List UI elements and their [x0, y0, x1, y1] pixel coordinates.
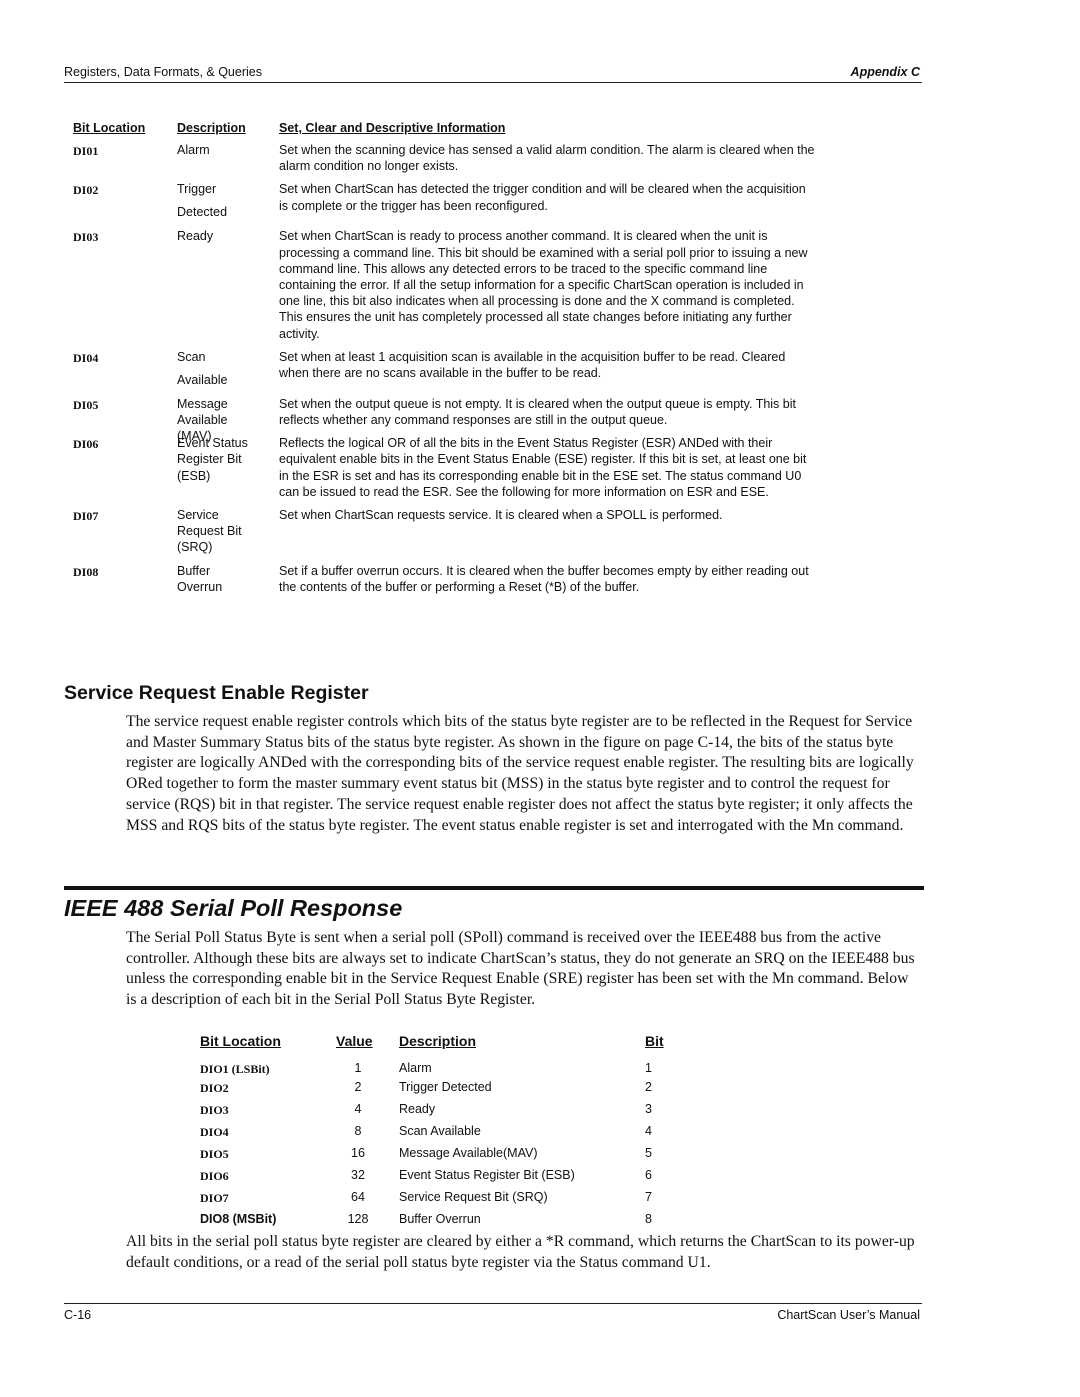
bit-number: 2	[645, 1080, 652, 1094]
manual-title: ChartScan User’s Manual	[777, 1308, 920, 1322]
column-header-bit: Bit	[645, 1033, 664, 1049]
column-header-description: Description	[177, 121, 246, 135]
table-row: DI04 Scan Available Set when at least 1 …	[73, 349, 833, 388]
bit-info: Set when ChartScan is ready to process a…	[279, 229, 808, 341]
table-row: DIO5 16 Message Available(MAV) 5	[200, 1146, 680, 1168]
section-heading-serial-poll: IEEE 488 Serial Poll Response	[64, 895, 403, 921]
bit-info: Set when ChartScan has detected the trig…	[279, 182, 806, 213]
bit-info: Set when ChartScan requests service. It …	[279, 508, 723, 523]
bit-info: Set when the output queue is not empty. …	[279, 396, 796, 428]
column-header-info: Set, Clear and Descriptive Information	[279, 121, 506, 135]
table-row: DIO3 4 Ready 3	[200, 1102, 680, 1124]
section-heading-sre: Service Request Enable Register	[64, 682, 369, 704]
column-header-bit-location: Bit Location	[73, 121, 146, 135]
bit-location: DIO5	[200, 1147, 229, 1161]
bit-location: DI08	[73, 565, 99, 580]
bit-description: Buffer Overrun	[177, 564, 223, 595]
column-header-value: Value	[336, 1033, 373, 1049]
bit-location: DIO3	[200, 1103, 229, 1117]
bit-number: 6	[645, 1168, 652, 1182]
bit-location: DI06	[73, 437, 99, 452]
table-row: DIO2 2 Trigger Detected 2	[200, 1080, 680, 1102]
bit-value: 64	[351, 1190, 365, 1204]
bit-location: DIO1 (LSBit)	[200, 1062, 270, 1076]
table-row: DI05 Message Available (MAV) Set when th…	[73, 396, 833, 443]
bit-value: 1	[354, 1061, 362, 1075]
header-section-title: Registers, Data Formats, & Queries	[64, 65, 262, 79]
bit-location: DI01	[73, 144, 99, 158]
bit-location: DI04	[73, 350, 99, 365]
bit-description: Trigger Detected	[177, 182, 228, 220]
bit-description: Scan Available	[177, 349, 228, 387]
serial-poll-table-header: Bit Location Value Description Bit	[200, 1031, 680, 1061]
sre-paragraph: The service request enable register cont…	[126, 713, 914, 834]
bit-description: Service Request Bit (SRQ)	[177, 508, 242, 555]
bit-description: Event Status Register Bit (ESB)	[399, 1168, 575, 1182]
bit-info: Reflects the logical OR of all the bits …	[279, 436, 807, 499]
bit-location: DI03	[73, 230, 99, 245]
serial-poll-table: Bit Location Value Description Bit DIO1 …	[200, 1031, 680, 1234]
bit-description: Ready	[177, 229, 214, 244]
bit-description: Event Status Register Bit (ESB)	[177, 436, 248, 483]
bit-value: 16	[351, 1146, 365, 1160]
bit-location: DI02	[73, 183, 99, 198]
table-row: DIO1 (LSBit) 1 Alarm 1	[200, 1061, 680, 1080]
bit-description: Scan Available	[399, 1124, 481, 1138]
table-row: DI02 Trigger Detected Set when ChartScan…	[73, 181, 833, 220]
bit-number: 5	[645, 1146, 652, 1160]
bit-value: 4	[354, 1102, 362, 1116]
table-row: DI06 Event Status Register Bit (ESB) Ref…	[73, 435, 833, 500]
header-appendix-label: Appendix C	[850, 65, 920, 79]
bit-location: DIO7	[200, 1191, 229, 1205]
bit-description: Alarm	[177, 143, 210, 157]
running-header: Registers, Data Formats, & Queries Appen…	[64, 64, 922, 83]
table-row: DIO4 8 Scan Available 4	[200, 1124, 680, 1146]
table-row: DI01 Alarm Set when the scanning device …	[73, 142, 833, 174]
bit-number: 8	[645, 1212, 652, 1226]
bit-description: Service Request Bit (SRQ)	[399, 1190, 548, 1204]
bit-number: 4	[645, 1124, 652, 1138]
bit-value: 2	[354, 1080, 362, 1094]
bit-value: 8	[354, 1124, 362, 1138]
table-row: DIO7 64 Service Request Bit (SRQ) 7	[200, 1190, 680, 1212]
bit-location: DIO8 (MSBit)	[200, 1212, 277, 1226]
table-row: DIO6 32 Event Status Register Bit (ESB) …	[200, 1168, 680, 1190]
table-row: DI08 Buffer Overrun Set if a buffer over…	[73, 563, 833, 595]
bit-description: Message Available(MAV)	[399, 1146, 538, 1160]
bit-info: Set if a buffer overrun occurs. It is cl…	[279, 564, 809, 595]
bit-description: Buffer Overrun	[399, 1212, 481, 1226]
bit-number: 3	[645, 1102, 652, 1116]
bit-info: Set when the scanning device has sensed …	[279, 143, 815, 174]
bit-location: DI05	[73, 397, 99, 412]
bit-number: 1	[645, 1061, 652, 1075]
bit-description: Ready	[399, 1102, 436, 1116]
bit-description: Alarm	[399, 1061, 432, 1075]
running-footer: C-16 ChartScan User’s Manual	[64, 1303, 922, 1322]
bit-description: Trigger Detected	[399, 1080, 492, 1094]
bit-location: DI07	[73, 509, 99, 524]
bit-location: DIO6	[200, 1169, 229, 1183]
bit-location: DIO2	[200, 1081, 229, 1095]
column-header-description: Description	[399, 1033, 477, 1049]
bit-value: 32	[351, 1168, 365, 1182]
bit-location: DIO4	[200, 1125, 229, 1139]
bit-info: Set when at least 1 acquisition scan is …	[279, 349, 786, 381]
page-number: C-16	[64, 1308, 92, 1322]
document-page: Registers, Data Formats, & Queries Appen…	[0, 0, 1080, 1397]
serial-poll-closing: All bits in the serial poll status byte …	[126, 1233, 915, 1271]
bit-table-header: Bit Location Description Set, Clear and …	[73, 120, 833, 142]
bit-number: 7	[645, 1190, 652, 1204]
serial-poll-intro: The Serial Poll Status Byte is sent when…	[126, 929, 915, 1009]
bit-value: 128	[347, 1212, 369, 1226]
section-divider	[64, 886, 924, 890]
table-row: DI07 Service Request Bit (SRQ) Set when …	[73, 507, 833, 556]
bit-description-table: Bit Location Description Set, Clear and …	[73, 120, 833, 595]
table-row: DI03 Ready Set when ChartScan is ready t…	[73, 228, 833, 341]
table-row: DIO8 (MSBit) 128 Buffer Overrun 8	[200, 1212, 680, 1234]
column-header-bit-location: Bit Location	[200, 1033, 281, 1049]
